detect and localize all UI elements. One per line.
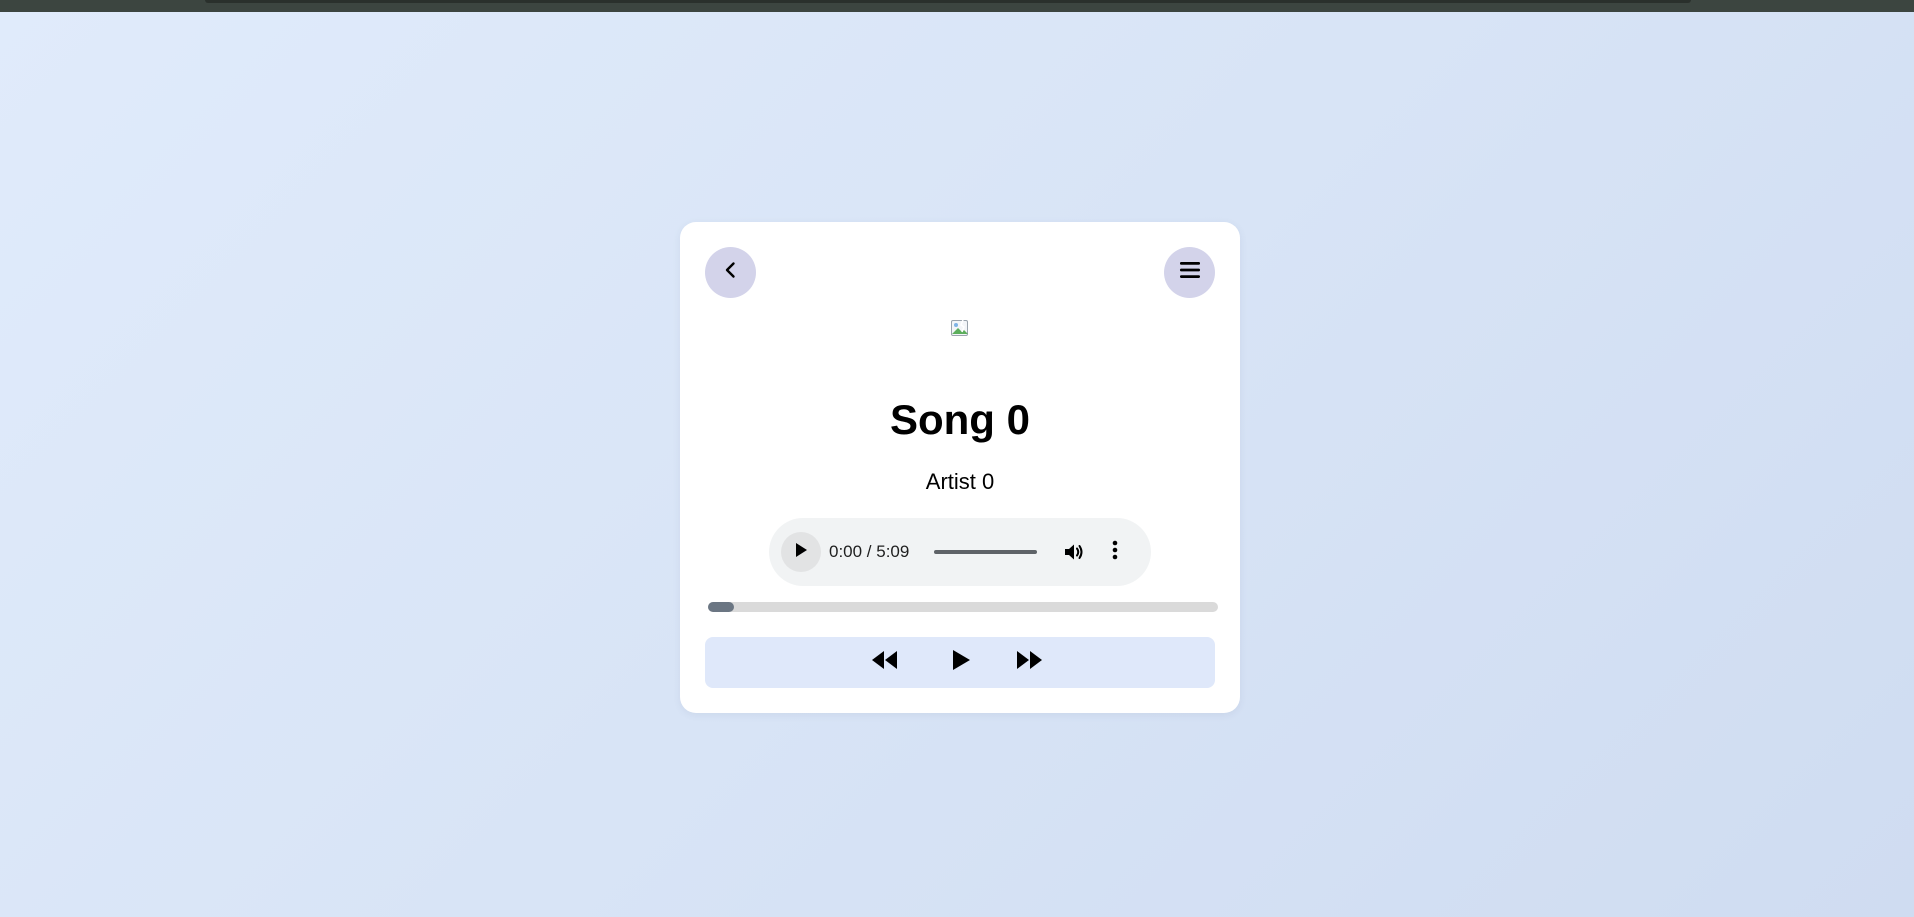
play-button[interactable]	[949, 649, 973, 675]
browser-top-bar	[0, 0, 1914, 12]
fast-forward-icon	[1015, 650, 1043, 675]
next-button[interactable]	[1014, 649, 1044, 675]
audio-more-button[interactable]	[1109, 540, 1121, 564]
volume-icon	[1062, 544, 1086, 568]
song-title: Song 0	[889, 396, 1030, 443]
playback-controls	[705, 637, 1215, 688]
previous-button[interactable]	[870, 649, 900, 675]
hamburger-icon	[1179, 260, 1201, 285]
audio-time-display: 0:00 / 5:09	[829, 542, 910, 561]
music-player-card: Song 0 Artist 0 0:00 / 5:09	[680, 222, 1240, 713]
rewind-icon	[871, 650, 899, 675]
song-progress-fill	[708, 602, 734, 612]
audio-play-button[interactable]	[781, 532, 821, 572]
browser-top-bar-edge	[205, 0, 1691, 3]
play-icon	[951, 649, 971, 676]
play-icon	[794, 542, 808, 563]
menu-button[interactable]	[1164, 247, 1215, 298]
chevron-left-icon	[721, 260, 741, 285]
audio-player: 0:00 / 5:09	[769, 518, 1151, 586]
audio-seek-slider[interactable]	[934, 550, 1037, 554]
back-button[interactable]	[705, 247, 756, 298]
artist-name: Artist 0	[925, 469, 995, 494]
broken-image-icon	[950, 319, 970, 342]
volume-button[interactable]	[1062, 540, 1086, 564]
album-art-image	[950, 318, 970, 338]
song-progress-bar[interactable]	[708, 602, 1218, 612]
more-vertical-icon	[1112, 540, 1118, 565]
